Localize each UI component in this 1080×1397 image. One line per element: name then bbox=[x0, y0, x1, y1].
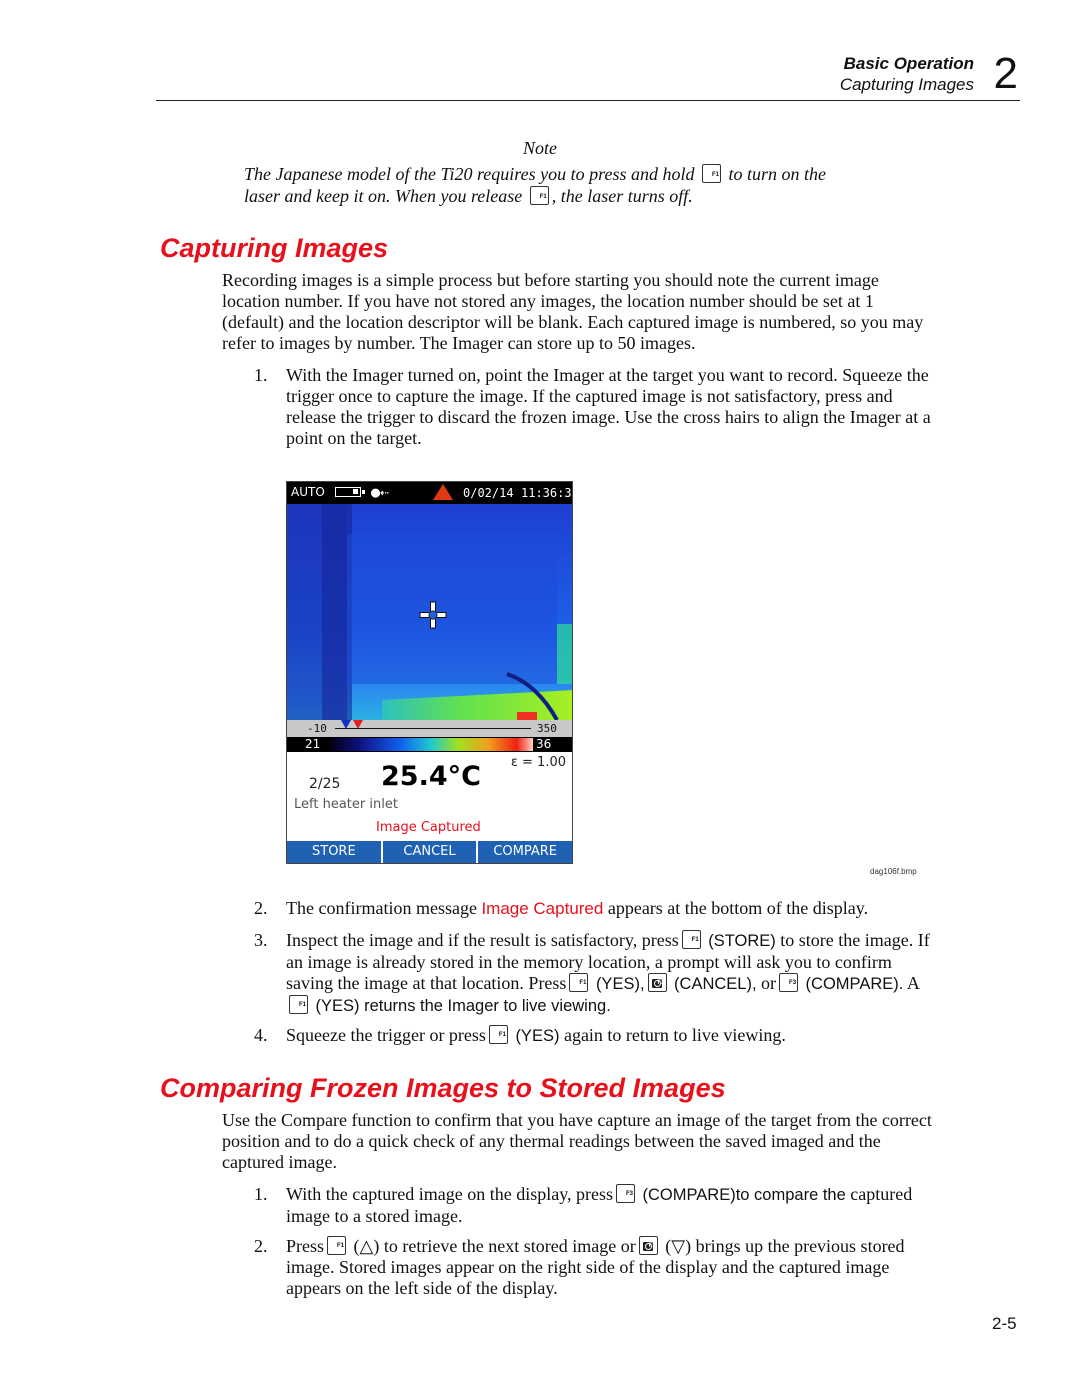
chapter-number: 2 bbox=[993, 49, 1018, 98]
list-text: Inspect the image and if the result is s… bbox=[286, 930, 936, 1017]
list-text: The confirmation message Image Captured … bbox=[286, 898, 936, 919]
page-number: 2-5 bbox=[992, 1314, 1017, 1333]
f1-key-icon: F1 bbox=[569, 973, 589, 992]
softkey-cancel[interactable]: CANCEL bbox=[383, 841, 479, 863]
f1-key-icon: F1 bbox=[289, 995, 308, 1014]
softkey-compare[interactable]: COMPARE bbox=[478, 841, 572, 863]
list-item: 3. Inspect the image and if the result i… bbox=[222, 930, 932, 1016]
usb-icon: ●⇠ bbox=[371, 483, 390, 501]
f3-key-icon: F3 bbox=[779, 973, 799, 992]
list-text: Squeeze the trigger or press F1 (YES) aga… bbox=[286, 1025, 936, 1047]
list-item: 1. With the captured image on the displa… bbox=[222, 1184, 932, 1228]
range-scale-bar: -10 350 bbox=[287, 720, 572, 737]
note-text: The Japanese model of the Ti20 requires … bbox=[244, 163, 844, 207]
palette-bar: 21 36 bbox=[287, 737, 572, 752]
text: (CANCEL), bbox=[674, 975, 757, 993]
text: (COMPARE). bbox=[805, 975, 904, 993]
softkey-bar: STORE CANCEL COMPARE bbox=[287, 841, 572, 863]
f1-key-icon: F1 bbox=[488, 1025, 508, 1044]
list-item: 2. Press F1 (△) to retrieve the next stor… bbox=[222, 1236, 932, 1302]
note-title: Note bbox=[523, 138, 557, 158]
list-text: Press F1 (△) to retrieve the next stored … bbox=[286, 1236, 936, 1299]
text: (STORE) bbox=[708, 932, 776, 950]
list-item: 2. The confirmation message Image Captur… bbox=[222, 898, 932, 920]
text: or bbox=[761, 973, 777, 993]
thermal-panel bbox=[347, 534, 557, 684]
list-text: With the Imager turned on, point the Ima… bbox=[286, 365, 931, 448]
f2-power-key-icon: F2 bbox=[647, 973, 667, 992]
text: Inspect the image and if the result is s… bbox=[286, 930, 679, 950]
text: The confirmation message bbox=[286, 898, 477, 918]
f1-key-icon: F1 bbox=[701, 164, 721, 183]
list-number: 1. bbox=[254, 365, 268, 385]
thermal-warm-right bbox=[557, 624, 572, 684]
laser-warning-icon bbox=[433, 484, 453, 500]
f1-key-icon: F1 bbox=[681, 930, 701, 949]
range-track bbox=[335, 728, 531, 729]
thermal-image bbox=[287, 504, 572, 720]
text: (△) to retrieve the next stored image or bbox=[353, 1236, 636, 1256]
thermal-hotspot bbox=[517, 712, 537, 720]
f3-key-icon: F3 bbox=[616, 1184, 636, 1203]
level-low: 21 bbox=[305, 737, 321, 751]
section-heading-capturing-images: Capturing Images bbox=[160, 233, 389, 263]
text: (YES) returns the Imager to live viewing… bbox=[315, 997, 611, 1015]
battery-icon bbox=[335, 487, 365, 497]
f2-power-key-icon: F2 bbox=[638, 1236, 658, 1255]
thermal-image-svg bbox=[287, 504, 572, 720]
note-text-3: , the laser turns off. bbox=[551, 186, 693, 206]
figure-caption: dag106f.bmp bbox=[870, 867, 917, 876]
image-index: 2/25 bbox=[309, 776, 341, 792]
list-item: 4. Squeeze the trigger or press F1 (YES) … bbox=[222, 1025, 932, 1047]
list-number: 1. bbox=[254, 1184, 268, 1204]
temperature-readout: 25.4°C bbox=[381, 761, 481, 792]
softkey-store[interactable]: STORE bbox=[287, 841, 383, 863]
imager-display: AUTO ●⇠ 0/02/14 11:36:31 bbox=[286, 481, 573, 864]
note-text-1: The Japanese model of the Ti20 requires … bbox=[244, 164, 695, 184]
text: A bbox=[906, 973, 920, 993]
chapter-title: Basic Operation bbox=[843, 54, 974, 73]
location-descriptor: Left heater inlet bbox=[294, 797, 398, 812]
date-readout: 0/02/14 bbox=[463, 486, 514, 500]
section1-intro: Recording images is a simple process but… bbox=[222, 270, 924, 353]
text: appears at the bottom of the display. bbox=[607, 898, 869, 918]
status-message: Image Captured bbox=[376, 820, 481, 835]
text: (YES) bbox=[515, 1027, 560, 1045]
text: (YES), bbox=[595, 975, 645, 993]
section2-intro: Use the Compare function to confirm that… bbox=[222, 1110, 932, 1172]
text: Press bbox=[286, 1236, 325, 1256]
text: (COMPARE)to compare the bbox=[642, 1186, 846, 1204]
text: again to return to live viewing. bbox=[563, 1025, 786, 1045]
readout-panel: ε = 1.00 2/25 25.4°C Left heater inlet I… bbox=[287, 752, 572, 842]
f1-key-icon: F1 bbox=[327, 1236, 347, 1255]
range-min: -10 bbox=[307, 722, 327, 735]
list-number: 2. bbox=[254, 1236, 268, 1256]
f1-key-icon: F1 bbox=[529, 186, 549, 205]
color-palette-gradient bbox=[329, 738, 533, 751]
section-running-title: Capturing Images bbox=[839, 75, 974, 94]
section-heading-comparing-images: Comparing Frozen Images to Stored Images bbox=[160, 1073, 726, 1103]
range-max: 350 bbox=[537, 722, 557, 735]
inline-status-message: Image Captured bbox=[481, 899, 604, 918]
mode-label: AUTO bbox=[291, 485, 325, 499]
status-bar: AUTO ●⇠ 0/02/14 11:36:31 bbox=[287, 482, 572, 504]
text: Squeeze the trigger or press bbox=[286, 1025, 486, 1045]
list-number: 3. bbox=[254, 930, 268, 950]
list-text: With the captured image on the display, … bbox=[286, 1184, 936, 1227]
level-high: 36 bbox=[536, 737, 552, 751]
list-item: 1. With the Imager turned on, point the … bbox=[222, 365, 932, 451]
emissivity-readout: ε = 1.00 bbox=[510, 755, 566, 770]
list-number: 4. bbox=[254, 1025, 268, 1045]
text: With the captured image on the display, … bbox=[286, 1184, 614, 1204]
header-rule bbox=[156, 100, 1020, 101]
time-readout: 11:36:31 bbox=[521, 486, 572, 500]
list-number: 2. bbox=[254, 898, 268, 918]
